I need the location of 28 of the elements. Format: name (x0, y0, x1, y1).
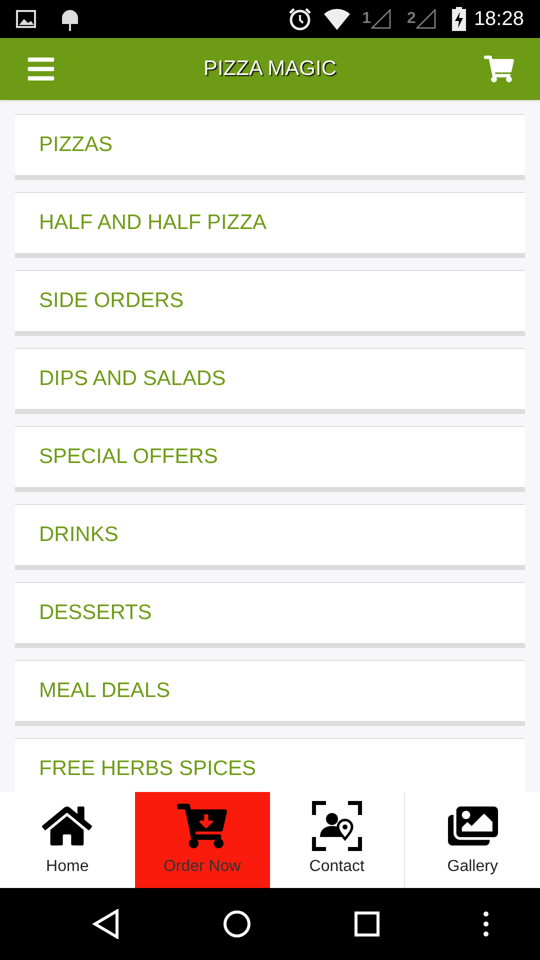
more-icon[interactable] (482, 911, 488, 937)
battery-charging-icon (452, 7, 466, 31)
clock-time: 18:28 (474, 7, 524, 32)
back-icon[interactable] (92, 909, 120, 939)
image-icon (16, 10, 36, 28)
recents-icon[interactable] (354, 911, 380, 937)
category-item[interactable]: DRINKS (15, 504, 525, 570)
home-circle-icon[interactable] (222, 910, 250, 938)
category-item[interactable]: PIZZAS (15, 114, 525, 180)
nav-tab[interactable]: Order Now (134, 792, 270, 888)
signal-icon (371, 9, 392, 29)
category-item[interactable]: HALF AND HALF PIZZA (15, 192, 525, 258)
category-item[interactable]: DESSERTS (15, 582, 525, 648)
cart-icon (484, 54, 514, 84)
cart-icon (177, 801, 228, 851)
cart-button[interactable] (484, 54, 514, 84)
category-item[interactable]: SIDE ORDERS (15, 270, 525, 336)
sim-number: 2 (407, 9, 416, 29)
signal-icon (416, 9, 436, 29)
sim-number: 1 (362, 9, 372, 29)
alarm-icon (288, 7, 312, 31)
category-item[interactable]: MEAL DEALS (15, 660, 525, 726)
app-title: PIZZA MAGIC (202, 56, 338, 82)
category-item[interactable]: DIPS AND SALADS (15, 348, 525, 414)
wifi-icon (324, 8, 350, 30)
category-item[interactable]: FREE HERBS SPICES (15, 738, 525, 792)
category-item[interactable]: SPECIAL OFFERS (15, 426, 525, 492)
contact-icon (312, 801, 362, 851)
